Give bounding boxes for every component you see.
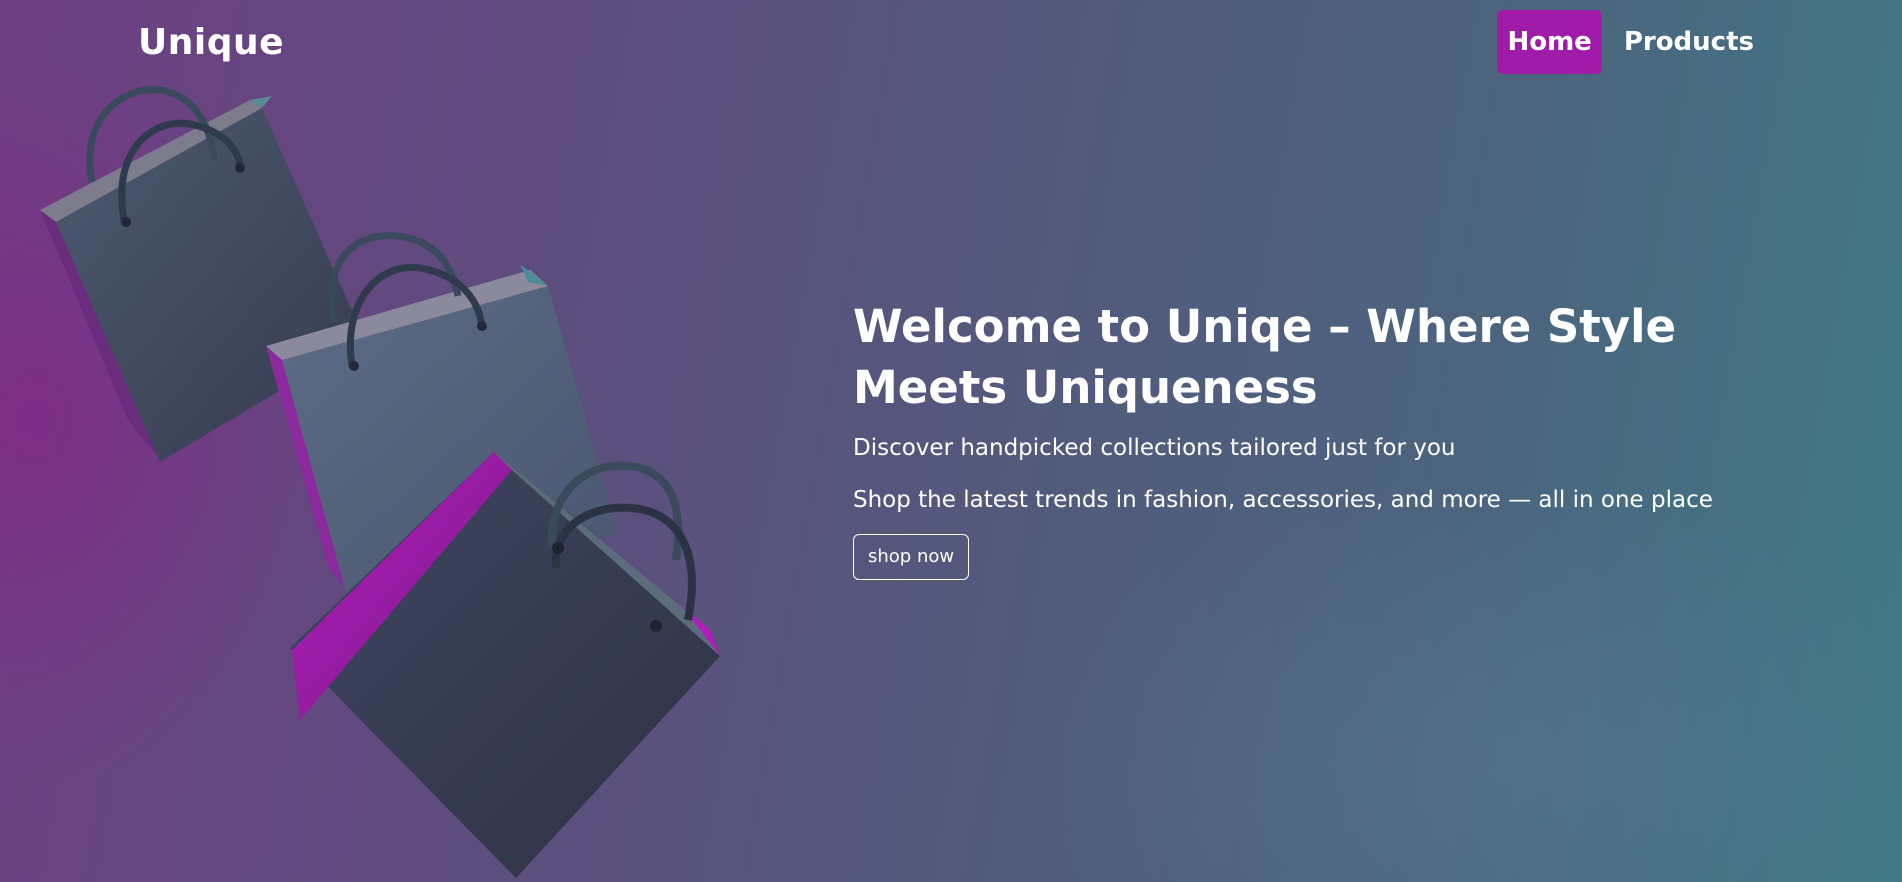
shop-now-button[interactable]: shop now [853, 534, 970, 580]
navbar: Unique Home Products [0, 0, 1902, 86]
shopping-bags-image [40, 86, 720, 878]
hero-headline: Welcome to Uniqe – Where Style Meets Uni… [853, 300, 1677, 414]
nav-link-home[interactable]: Home [1497, 10, 1602, 74]
brand-logo[interactable]: Unique [138, 18, 284, 68]
hero-subheadline: Discover handpicked collections tailored… [853, 435, 1456, 461]
nav-link-products[interactable]: Products [1614, 10, 1764, 74]
nav-links: Home Products [1497, 10, 1764, 74]
hero-tagline: Shop the latest trends in fashion, acces… [853, 487, 1713, 513]
hero-section: Unique Home Products Welcome to Uniqe – … [0, 0, 1902, 882]
hero-content: Welcome to Uniqe – Where Style Meets Uni… [853, 296, 1813, 580]
